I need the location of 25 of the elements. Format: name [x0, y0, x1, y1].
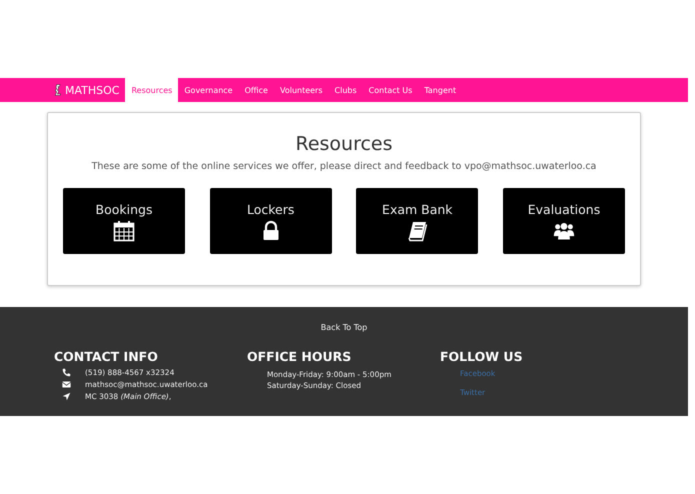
- nav-tab[interactable]: Resources: [125, 78, 178, 102]
- resource-tile[interactable]: Exam Bank: [356, 188, 478, 254]
- footer-heading: FOLLOW US: [440, 349, 524, 364]
- back-to-top-link[interactable]: Back To Top: [320, 323, 368, 332]
- resource-tile[interactable]: Lockers: [210, 188, 332, 254]
- nav-tab[interactable]: Clubs: [328, 78, 363, 102]
- nav-tab[interactable]: Volunteers: [274, 78, 329, 102]
- brand-link[interactable]: MATHSOC: [50, 78, 126, 102]
- logo-icon: [54, 83, 62, 97]
- calendar-icon: [113, 220, 135, 242]
- nav-tab[interactable]: Office: [238, 78, 274, 102]
- footer-heading: OFFICE HOURS: [247, 349, 352, 364]
- resource-tile[interactable]: Evaluations: [502, 188, 625, 254]
- mail-icon: [62, 380, 71, 389]
- location-arrow-icon: [62, 392, 71, 401]
- people-icon: [552, 220, 575, 242]
- book-icon: [406, 220, 428, 242]
- page-subtitle: These are some of the online services we offer, please direct and feedback to vpo@mathsoc.uwaterloo.ca: [92, 161, 596, 172]
- nav-tab[interactable]: Tangent: [418, 78, 462, 102]
- nav-tab[interactable]: Governance: [178, 78, 239, 102]
- footer-heading: CONTACT INFO: [54, 349, 159, 364]
- phone-icon: [62, 368, 71, 377]
- nav-tab[interactable]: Contact Us: [362, 78, 418, 102]
- resource-tile[interactable]: Bookings: [63, 188, 185, 254]
- page-title: Resources: [295, 133, 393, 155]
